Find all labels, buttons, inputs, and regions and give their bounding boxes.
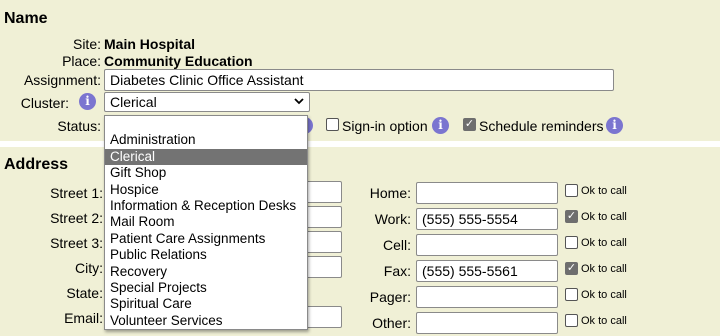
schedule-reminders-label: Schedule reminders: [479, 118, 604, 134]
cluster-option[interactable]: Mail Room: [105, 214, 307, 230]
cluster-label: Cluster:: [20, 95, 69, 111]
cluster-option[interactable]: Information & Reception Desks: [105, 198, 307, 214]
city-label: City:: [75, 260, 103, 276]
work-ok-to-call-checkbox[interactable]: ✓: [565, 210, 578, 223]
street3-label: Street 3:: [50, 235, 103, 251]
pager-ok-to-call-label: Ok to call: [581, 289, 627, 301]
cluster-info-icon[interactable]: i: [79, 93, 96, 110]
work-ok-to-call-label: Ok to call: [581, 211, 627, 223]
place-value: Community Education: [104, 53, 253, 69]
cluster-option[interactable]: Recovery: [105, 264, 307, 280]
cell-label: Cell:: [382, 237, 411, 253]
fax-label: Fax:: [383, 263, 411, 279]
chevron-down-icon: [294, 94, 304, 113]
cluster-option[interactable]: Spiritual Care: [105, 296, 307, 312]
cluster-option[interactable]: Special Projects: [105, 280, 307, 296]
cell-ok-to-call-label: Ok to call: [581, 237, 627, 249]
cluster-select-value: Clerical: [110, 94, 157, 110]
street1-label: Street 1:: [50, 185, 103, 201]
cluster-option[interactable]: Volunteer Services: [105, 313, 307, 329]
checkmark-icon: ✓: [464, 118, 475, 130]
cluster-option[interactable]: [105, 116, 307, 132]
cluster-option[interactable]: Hospice: [105, 182, 307, 198]
cluster-option[interactable]: Public Relations: [105, 247, 307, 263]
work-phone-field[interactable]: (555) 555-5554: [416, 208, 558, 230]
site-label: Site:: [72, 36, 101, 52]
assignment-field[interactable]: Diabetes Clinic Office Assistant: [104, 69, 614, 91]
email-label: Email:: [64, 310, 103, 326]
state-label: State:: [66, 285, 103, 301]
name-section-title: Name: [4, 10, 48, 27]
home-label: Home:: [369, 185, 411, 201]
fax-ok-to-call-checkbox[interactable]: ✓: [565, 262, 578, 275]
cell-phone-field[interactable]: [416, 234, 558, 256]
signin-info-icon[interactable]: i: [432, 117, 449, 134]
other-phone-field[interactable]: [416, 312, 558, 334]
checkmark-icon: ✓: [566, 262, 577, 274]
cluster-option[interactable]: Gift Shop: [105, 165, 307, 181]
cell-ok-to-call-checkbox[interactable]: [565, 236, 578, 249]
place-label: Place:: [62, 53, 101, 69]
schedule-reminders-checkbox[interactable]: ✓: [463, 118, 476, 131]
cluster-select[interactable]: Clerical: [104, 92, 310, 112]
fax-field[interactable]: (555) 555-5561: [416, 260, 558, 282]
home-ok-to-call-checkbox[interactable]: [565, 184, 578, 197]
other-label: Other:: [372, 315, 411, 331]
site-value: Main Hospital: [104, 36, 196, 52]
checkmark-icon: ✓: [566, 210, 577, 222]
cluster-dropdown-list[interactable]: Administration Clerical Gift Shop Hospice In…: [104, 115, 308, 330]
cluster-option[interactable]: Patient Care Assignments: [105, 231, 307, 247]
assignment-label: Assignment:: [23, 72, 101, 88]
fax-ok-to-call-label: Ok to call: [581, 263, 627, 275]
pager-label: Pager:: [369, 289, 411, 305]
street2-label: Street 2:: [50, 210, 103, 226]
signin-option-label: Sign-in option: [342, 118, 428, 134]
pager-field[interactable]: [416, 286, 558, 308]
home-phone-field[interactable]: [416, 182, 558, 204]
cluster-option[interactable]: Clerical: [105, 148, 307, 166]
schedule-info-icon[interactable]: i: [606, 117, 623, 134]
pager-ok-to-call-checkbox[interactable]: [565, 288, 578, 301]
signin-option-checkbox[interactable]: [326, 118, 339, 131]
address-section-title: Address: [4, 156, 69, 173]
work-label: Work:: [374, 211, 411, 227]
other-ok-to-call-label: Ok to call: [581, 315, 627, 327]
status-label: Status:: [57, 118, 101, 134]
home-ok-to-call-label: Ok to call: [581, 185, 627, 197]
other-ok-to-call-checkbox[interactable]: [565, 314, 578, 327]
cluster-option[interactable]: Administration: [105, 132, 307, 148]
